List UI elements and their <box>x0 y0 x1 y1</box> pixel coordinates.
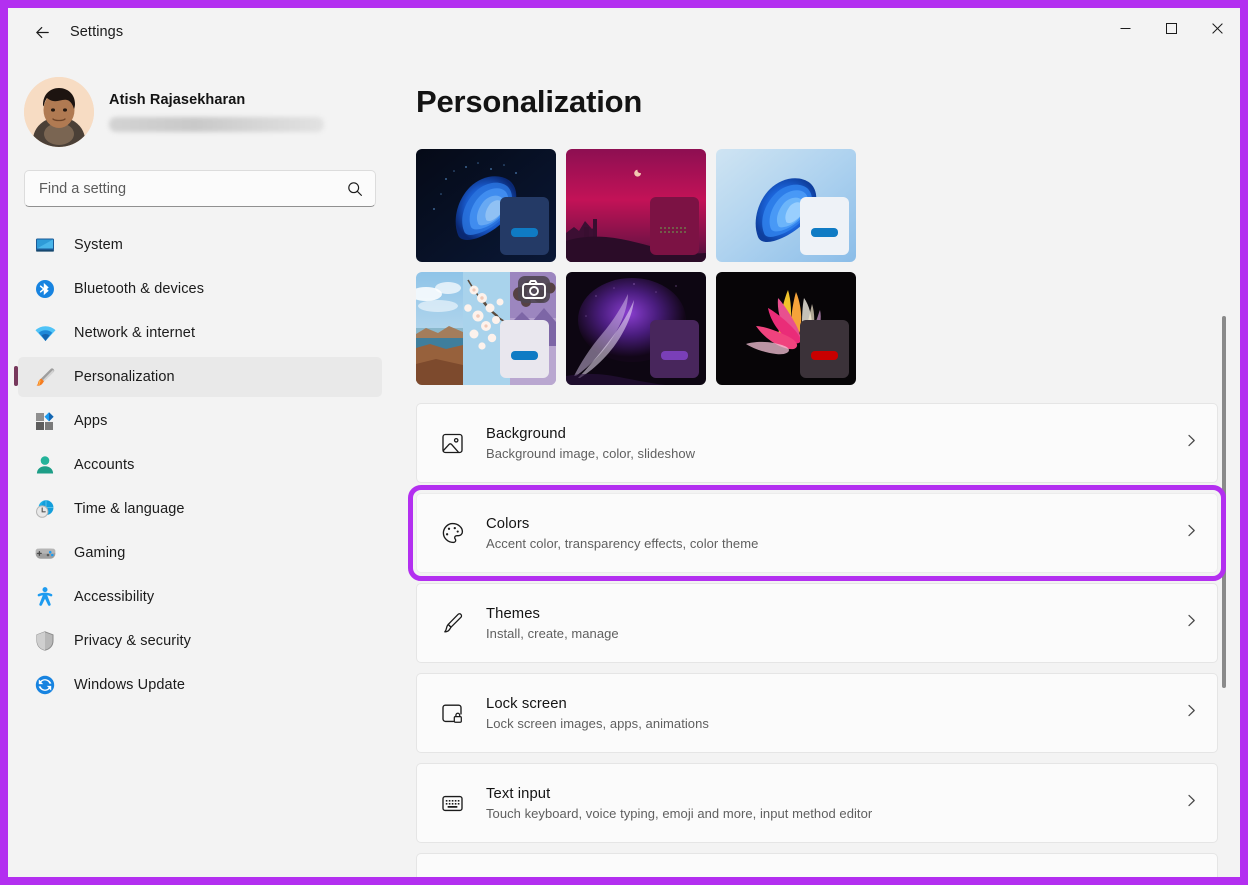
system-monitor-icon <box>32 233 58 257</box>
setting-row-subtitle: Install, create, manage <box>486 626 1184 641</box>
setting-row-title: Text input <box>486 786 550 802</box>
setting-row-lock-screen[interactable]: Lock screen Lock screen images, apps, an… <box>416 673 1218 753</box>
sidebar-item-bluetooth-devices[interactable]: Bluetooth & devices <box>18 269 382 309</box>
setting-row-themes[interactable]: Themes Install, create, manage <box>416 583 1218 663</box>
maximize-icon <box>1166 23 1177 34</box>
sidebar-item-label: Windows Update <box>74 677 185 693</box>
title-bar: Settings <box>8 8 1240 56</box>
sidebar-item-label: Accounts <box>74 457 134 473</box>
palette-icon <box>439 520 465 546</box>
paintbrush-icon <box>32 365 58 389</box>
setting-row-subtitle: Touch keyboard, voice typing, emoji and … <box>486 806 1184 821</box>
bluetooth-icon <box>32 277 58 301</box>
main-content: Personalization <box>392 56 1240 877</box>
theme-card-purple-flow[interactable] <box>566 272 706 385</box>
sidebar-item-system[interactable]: System <box>18 225 382 265</box>
setting-row-subtitle: Background image, color, slideshow <box>486 446 1184 461</box>
window-controls <box>1102 8 1240 56</box>
close-icon <box>1212 23 1223 34</box>
person-icon <box>32 453 58 477</box>
main-scrollbar-thumb[interactable] <box>1222 316 1226 688</box>
setting-row-partial-next[interactable] <box>416 853 1218 877</box>
search-box[interactable] <box>24 170 376 207</box>
back-button[interactable] <box>22 15 62 49</box>
keyboard-icon <box>439 790 465 816</box>
sidebar-item-label: System <box>74 237 123 253</box>
setting-row-text-input[interactable]: Text input Touch keyboard, voice typing,… <box>416 763 1218 843</box>
sidebar-item-windows-update[interactable]: Windows Update <box>18 665 382 705</box>
sidebar-item-privacy-security[interactable]: Privacy & security <box>18 621 382 661</box>
avatar-photo <box>24 77 94 147</box>
account-block[interactable]: Atish Rajasekharan <box>8 56 392 152</box>
update-refresh-icon <box>32 673 58 697</box>
sidebar-item-gaming[interactable]: Gaming <box>18 533 382 573</box>
sidebar-item-apps[interactable]: Apps <box>18 401 382 441</box>
wifi-icon <box>32 321 58 345</box>
chevron-right-icon <box>1184 703 1199 723</box>
theme-card-slideshow-nature[interactable] <box>416 272 556 385</box>
chevron-right-icon <box>1184 433 1199 453</box>
account-text: Atish Rajasekharan <box>109 92 324 132</box>
sidebar-item-label: Time & language <box>74 501 185 517</box>
page-title: Personalization <box>416 84 1240 120</box>
sidebar-item-personalization[interactable]: Personalization <box>18 357 382 397</box>
search-input[interactable] <box>39 181 347 197</box>
sidebar-item-time-language[interactable]: Time & language <box>18 489 382 529</box>
chevron-right-icon <box>1184 613 1199 633</box>
setting-row-text: Background Background image, color, slid… <box>486 425 1184 461</box>
minimize-button[interactable] <box>1102 8 1148 48</box>
sidebar-item-label: Bluetooth & devices <box>74 281 204 297</box>
theme-gallery <box>416 149 856 385</box>
chevron-right-icon <box>1184 793 1199 813</box>
setting-row-text: Colors Accent color, transparency effect… <box>486 515 1184 551</box>
lock-screen-icon <box>439 700 465 726</box>
sidebar-item-label: Personalization <box>74 369 175 385</box>
clock-globe-icon <box>32 497 58 521</box>
setting-row-colors[interactable]: Colors Accent color, transparency effect… <box>416 493 1218 573</box>
gamepad-icon <box>32 541 58 565</box>
sidebar-item-label: Apps <box>74 413 107 429</box>
sidebar-nav: System Bluetooth & devices <box>8 225 392 705</box>
close-button[interactable] <box>1194 8 1240 48</box>
setting-row-text: Text input Touch keyboard, voice typing,… <box>486 785 1184 821</box>
setting-row-text: Lock screen Lock screen images, apps, an… <box>486 695 1184 731</box>
main-scrollbar-track[interactable] <box>1216 104 1232 877</box>
maximize-button[interactable] <box>1148 8 1194 48</box>
accessibility-person-icon <box>32 585 58 609</box>
settings-list: Background Background image, color, slid… <box>416 403 1218 877</box>
paintbrush-outline-icon <box>439 610 465 636</box>
setting-row-title: Themes <box>486 606 540 622</box>
sidebar-item-label: Network & internet <box>74 325 195 341</box>
chevron-right-icon <box>1184 523 1199 543</box>
theme-card-windows-dark-bloom[interactable] <box>416 149 556 262</box>
setting-row-background[interactable]: Background Background image, color, slid… <box>416 403 1218 483</box>
setting-row-subtitle: Accent color, transparency effects, colo… <box>486 536 1184 551</box>
sidebar: Atish Rajasekharan <box>8 56 392 877</box>
sidebar-item-accounts[interactable]: Accounts <box>18 445 382 485</box>
setting-row-title: Colors <box>486 516 529 532</box>
account-name: Atish Rajasekharan <box>109 92 324 108</box>
back-arrow-icon <box>33 23 52 42</box>
theme-card-sunset-glow[interactable] <box>566 149 706 262</box>
minimize-icon <box>1120 23 1131 34</box>
setting-row-title: Lock screen <box>486 696 567 712</box>
sidebar-item-label: Accessibility <box>74 589 154 605</box>
settings-window: Settings <box>0 0 1248 885</box>
window-title: Settings <box>70 24 123 40</box>
setting-row-subtitle: Lock screen images, apps, animations <box>486 716 1184 731</box>
shield-icon <box>32 629 58 653</box>
search-icon <box>347 181 363 197</box>
theme-card-glow-flower[interactable] <box>716 272 856 385</box>
avatar <box>24 77 94 147</box>
theme-card-windows-light-bloom[interactable] <box>716 149 856 262</box>
sidebar-item-label: Gaming <box>74 545 125 561</box>
sidebar-item-accessibility[interactable]: Accessibility <box>18 577 382 617</box>
setting-row-text: Themes Install, create, manage <box>486 605 1184 641</box>
sidebar-item-network-internet[interactable]: Network & internet <box>18 313 382 353</box>
account-email-redacted <box>109 117 324 132</box>
sidebar-item-label: Privacy & security <box>74 633 191 649</box>
picture-icon <box>439 430 465 456</box>
apps-blocks-icon <box>32 409 58 433</box>
setting-row-title: Background <box>486 426 566 442</box>
